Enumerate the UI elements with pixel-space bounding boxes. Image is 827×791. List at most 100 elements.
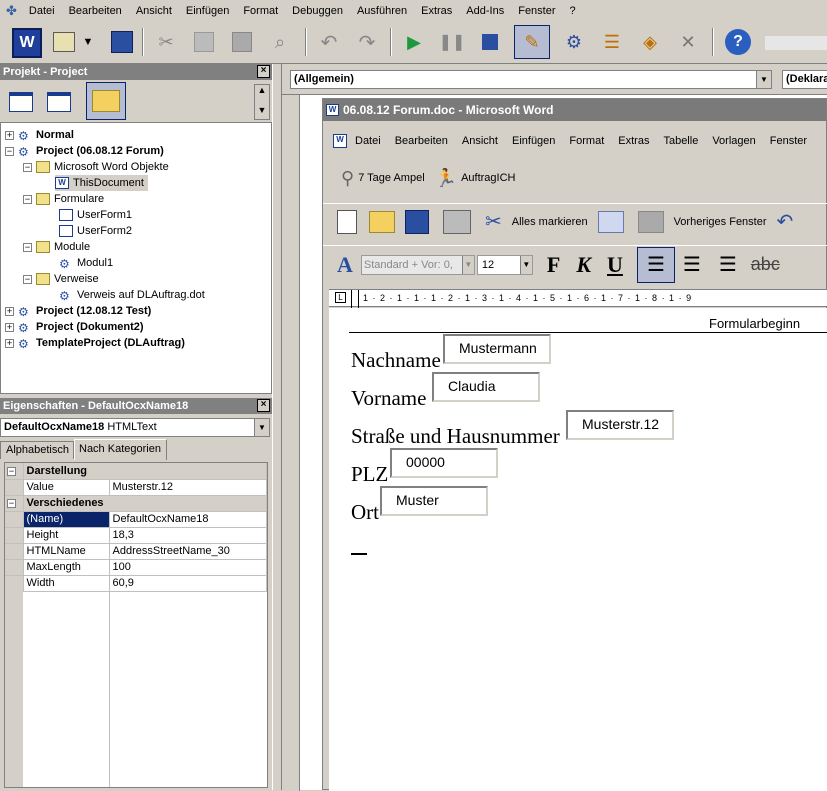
- design-mode-icon[interactable]: ✎: [514, 25, 550, 59]
- word-menu-format[interactable]: Format: [569, 135, 604, 147]
- collapse-icon[interactable]: −: [7, 499, 16, 508]
- menu-einfuegen[interactable]: Einfügen: [186, 5, 229, 17]
- ruler[interactable]: L 1 · 2 · 1 · 1 · 1 · 2 · 1 · 3 · 1 · 4 …: [329, 289, 827, 308]
- input-vorname[interactable]: Claudia: [432, 372, 540, 402]
- pin-icon[interactable]: ⚲: [341, 168, 354, 189]
- view-word-icon[interactable]: W: [10, 26, 44, 60]
- chevron-down-icon[interactable]: ▼: [80, 28, 96, 56]
- tab-nach-kategorien[interactable]: Nach Kategorien: [74, 439, 167, 460]
- expand-icon[interactable]: +: [5, 306, 14, 316]
- macro-auftragich[interactable]: AuftragICH: [461, 172, 515, 184]
- word-menu-einfuegen[interactable]: Einfügen: [512, 135, 555, 147]
- tab-alphabetisch[interactable]: Alphabetisch: [0, 441, 74, 459]
- tree-node-userform2[interactable]: UserForm2: [59, 223, 132, 239]
- redo-icon[interactable]: ↷: [353, 28, 381, 56]
- object-browser-icon[interactable]: ◈: [636, 28, 664, 56]
- word-menu-bearbeiten[interactable]: Bearbeiten: [395, 135, 448, 147]
- project-explorer-icon[interactable]: ⚙: [560, 28, 588, 56]
- menu-help[interactable]: ?: [570, 5, 576, 17]
- properties-icon[interactable]: ☰: [598, 28, 626, 56]
- menu-extras[interactable]: Extras: [421, 5, 452, 17]
- chevron-down-icon[interactable]: ▼: [461, 255, 474, 274]
- stop-icon[interactable]: [476, 28, 504, 56]
- panel-splitter[interactable]: [272, 64, 282, 790]
- input-nachname[interactable]: Mustermann: [443, 334, 551, 364]
- print-icon[interactable]: [443, 209, 471, 234]
- tree-node-project-test[interactable]: + ⚙ Project (12.08.12 Test): [5, 303, 151, 319]
- word-doc-icon[interactable]: W: [333, 134, 347, 148]
- collapse-icon[interactable]: −: [23, 194, 32, 204]
- collapse-icon[interactable]: −: [23, 162, 32, 172]
- collapse-icon[interactable]: −: [23, 242, 32, 252]
- copy-icon[interactable]: [190, 28, 218, 56]
- bold-icon[interactable]: F: [547, 252, 560, 278]
- prop-row-value[interactable]: Value Musterstr.12: [5, 479, 267, 496]
- paste-icon[interactable]: [637, 210, 664, 233]
- menu-datei[interactable]: Datei: [29, 5, 55, 17]
- word-menu-extras[interactable]: Extras: [618, 135, 649, 147]
- justify-icon[interactable]: abc: [751, 254, 780, 275]
- previous-window-button[interactable]: Vorheriges Fenster: [674, 216, 767, 228]
- tree-node-verweis-dlauftrag[interactable]: ⚙ Verweis auf DLAuftrag.dot: [59, 287, 205, 303]
- run-icon[interactable]: ▶: [400, 28, 428, 56]
- font-size-combo[interactable]: 12 ▼: [476, 254, 533, 275]
- tree-node-normal[interactable]: + ⚙ Normal: [5, 127, 74, 143]
- word-app-icon[interactable]: W: [326, 104, 339, 116]
- styles-icon[interactable]: A: [337, 252, 353, 278]
- view-object-icon[interactable]: [44, 88, 74, 116]
- category-verschiedenes[interactable]: − Verschiedenes: [5, 495, 267, 512]
- input-ort[interactable]: Muster: [380, 486, 488, 516]
- open-icon[interactable]: [369, 210, 395, 233]
- close-icon[interactable]: ×: [257, 65, 270, 78]
- tree-node-modul1[interactable]: ⚙ Modul1: [59, 255, 113, 271]
- help-icon[interactable]: ?: [724, 28, 752, 56]
- insert-userform-icon[interactable]: [50, 28, 78, 56]
- save-icon[interactable]: [405, 209, 429, 234]
- prop-row-maxlength[interactable]: MaxLength 100: [5, 559, 267, 576]
- select-all-button[interactable]: Alles markieren: [512, 216, 588, 228]
- object-selector[interactable]: DefaultOcxName18 HTMLText ▼: [0, 418, 270, 437]
- underline-icon[interactable]: U: [607, 252, 623, 278]
- object-combo[interactable]: (Allgemein) ▼: [290, 70, 772, 89]
- italic-icon[interactable]: K: [576, 252, 591, 278]
- align-center-icon[interactable]: ☰: [683, 252, 701, 277]
- tree-node-project-forum[interactable]: − ⚙ Project (06.08.12 Forum): [5, 143, 164, 159]
- tree-node-word-objects[interactable]: − Microsoft Word Objekte: [23, 159, 169, 175]
- tree-node-userform1[interactable]: UserForm1: [59, 207, 132, 223]
- menu-ansicht[interactable]: Ansicht: [136, 5, 172, 17]
- prop-row-height[interactable]: Height 18,3: [5, 527, 267, 544]
- undo-icon[interactable]: ↶: [777, 209, 794, 234]
- procedure-combo[interactable]: (Deklara: [782, 70, 827, 89]
- menu-ausfuehren[interactable]: Ausführen: [357, 5, 407, 17]
- cut-icon[interactable]: ✂: [152, 28, 180, 56]
- align-left-icon[interactable]: ☰: [636, 246, 675, 283]
- macro-7-tage-ampel[interactable]: 7 Tage Ampel: [358, 172, 424, 184]
- prop-row-name[interactable]: (Name) DefaultOcxName18: [5, 511, 267, 528]
- cut-icon[interactable]: ✂: [485, 209, 502, 234]
- chevron-down-icon[interactable]: ▼: [254, 419, 269, 436]
- tree-node-module[interactable]: − Module: [23, 239, 90, 255]
- tree-node-verweise[interactable]: − Verweise: [23, 271, 99, 287]
- toolbox-icon[interactable]: ✕: [674, 28, 702, 56]
- prop-row-width[interactable]: Width 60,9: [5, 575, 267, 592]
- collapse-icon[interactable]: −: [5, 146, 14, 156]
- word-menu-tabelle[interactable]: Tabelle: [663, 135, 698, 147]
- tab-stop-icon[interactable]: L: [335, 292, 346, 303]
- menu-bearbeiten[interactable]: Bearbeiten: [69, 5, 122, 17]
- paste-icon[interactable]: [228, 28, 256, 56]
- word-menu-vorlagen[interactable]: Vorlagen: [712, 135, 755, 147]
- find-icon[interactable]: ⌕: [266, 28, 294, 56]
- input-strasse[interactable]: Musterstr.12: [566, 410, 674, 440]
- copy-icon[interactable]: [597, 210, 624, 233]
- tree-node-project-dokument2[interactable]: + ⚙ Project (Dokument2): [5, 319, 144, 335]
- expand-icon[interactable]: +: [5, 322, 14, 332]
- chevron-down-icon[interactable]: ▼: [756, 71, 771, 88]
- vba-app-icon[interactable]: ✤: [6, 3, 17, 19]
- view-code-icon[interactable]: [6, 88, 36, 116]
- style-combo[interactable]: Standard + Vor: 0, ▼: [360, 254, 475, 275]
- collapse-icon[interactable]: −: [7, 466, 16, 476]
- menu-debuggen[interactable]: Debuggen: [292, 5, 343, 17]
- save-icon[interactable]: [108, 28, 136, 56]
- align-right-icon[interactable]: ☰: [719, 252, 737, 277]
- tree-node-templateproject[interactable]: + ⚙ TemplateProject (DLAuftrag): [5, 335, 185, 351]
